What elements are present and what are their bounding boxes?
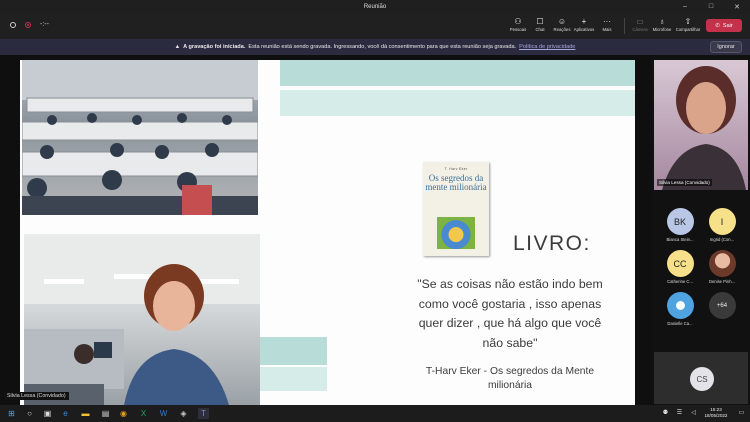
toolbar-divider — [624, 18, 625, 34]
microphone-button[interactable]: ♁ Microfone — [648, 16, 676, 32]
maximize-icon[interactable]: □ — [698, 0, 724, 13]
book-author: T. Harv Eker — [444, 167, 468, 171]
participant-name: Catherine C... — [667, 279, 693, 284]
self-video-name: Silvia Lessa (Convidado) — [657, 179, 712, 186]
dismiss-banner-button[interactable]: Ignorar — [710, 41, 742, 53]
close-icon[interactable]: ✕ — [724, 0, 750, 13]
chrome-icon[interactable]: ◉ — [118, 408, 129, 419]
word-icon[interactable]: W — [158, 408, 169, 419]
quote-line: quer dizer , que há algo que você — [418, 316, 602, 330]
meeting-timer: -:-- — [40, 21, 49, 28]
slide-heading: LIVRO: — [513, 232, 591, 255]
file-explorer-icon[interactable]: ▬ — [80, 408, 91, 419]
microphone-icon: ♁ — [659, 17, 665, 26]
slide-decor-bar — [280, 90, 635, 116]
participant-tile[interactable]: I Ingrid (Con... — [698, 208, 746, 242]
privacy-policy-link[interactable]: Política de privacidade — [519, 44, 575, 50]
avatar: BK — [666, 208, 694, 235]
presentation-slide: T. Harv Eker Os segredos da mente milion… — [20, 60, 635, 405]
share-button[interactable]: ⇧ Compartilhar — [674, 16, 702, 32]
more-participants-button[interactable]: +64 — [698, 292, 746, 321]
phone-icon: ✆ — [715, 22, 720, 29]
quote-line: como você gostaria , isso apenas — [418, 296, 602, 311]
network-icon[interactable]: ☰ — [674, 408, 685, 419]
people-tray-icon[interactable]: ⚉ — [660, 408, 671, 419]
edge-icon[interactable]: e — [60, 408, 71, 419]
store-icon[interactable]: ▤ — [100, 408, 111, 419]
avatar: CC — [666, 250, 694, 277]
quote-author: T-Harv Eker - Os segredos da Mente milio… — [398, 365, 622, 393]
author-line: milionária — [487, 380, 533, 391]
participant-name: Ingrid (Con... — [709, 237, 735, 242]
participant-tile[interactable]: Danielle Ca... — [656, 292, 704, 326]
presenter-name-label: Silvia Lessa (Convidado) — [4, 392, 69, 400]
quote-line: "Se as coisas não estão indo bem — [417, 277, 603, 291]
windows-taskbar: ⊞ ○ ▣ e ▬ ▤ ◉ X W ◈ T ⚉ ☰ ◁ 15:23 18/05/… — [0, 405, 750, 422]
window-title: Reunião — [363, 3, 387, 10]
call-center-photo — [22, 60, 258, 215]
more-button[interactable]: ··· Mais — [593, 16, 621, 32]
clock-date: 18/05/2022 — [704, 413, 728, 418]
slide-decor-bar — [280, 60, 635, 86]
author-line: T-Harv Eker - Os segredos da Mente — [425, 366, 595, 377]
notifications-icon[interactable]: ▭ — [736, 408, 747, 419]
self-video-tile[interactable]: Silvia Lessa (Convidado) — [654, 60, 748, 190]
task-view-icon[interactable]: ▣ — [42, 408, 53, 419]
avatar: I — [708, 208, 736, 235]
recording-icon — [25, 21, 31, 28]
windows-start-icon[interactable]: ⊞ — [6, 408, 17, 419]
window-title-bar: Reunião – □ ✕ — [0, 0, 750, 13]
teams-icon[interactable]: T — [198, 408, 209, 419]
presenter-photo — [24, 234, 260, 405]
banner-text: Esta reunião está sendo gravada. Ingress… — [248, 44, 517, 50]
participant-tile[interactable]: Denise Pinh... — [698, 250, 746, 284]
avatar-photo — [708, 250, 736, 277]
app-icon[interactable]: ◈ — [178, 408, 189, 419]
quote-line: não sabe" — [482, 335, 538, 350]
presenter-illustration — [24, 234, 260, 405]
more-icon: ··· — [603, 17, 611, 26]
participant-name: Danielle Ca... — [667, 321, 693, 326]
taskbar-clock[interactable]: 15:23 18/05/2022 — [700, 407, 732, 419]
banner-bold-text: A gravação foi iniciada. — [183, 44, 246, 50]
book-title: Os segredos da mente milionária — [425, 173, 487, 192]
slide-quote: "Se as coisas não estão indo bem como vo… — [398, 275, 622, 353]
share-icon: ⇧ — [684, 17, 692, 26]
shield-icon — [10, 21, 16, 28]
self-video-illustration — [662, 66, 746, 190]
participant-tile[interactable]: BK Bianca Stein... — [656, 208, 704, 242]
recording-banner: ▲ A gravação foi iniciada. Esta reunião … — [0, 39, 750, 55]
leave-button[interactable]: ✆ Sair — [706, 19, 742, 32]
participant-name: Denise Pinh... — [708, 279, 736, 284]
avatar-photo — [666, 292, 694, 319]
avatar: CS — [690, 367, 714, 391]
warning-icon: ▲ — [174, 44, 181, 50]
book-cover-art — [437, 217, 475, 249]
participant-name: Bianca Stein... — [666, 237, 694, 242]
book-cover: T. Harv Eker Os segredos da mente milion… — [423, 162, 489, 256]
volume-icon[interactable]: ◁ — [688, 408, 699, 419]
overflow-count: +64 — [708, 292, 736, 319]
excel-icon[interactable]: X — [138, 408, 149, 419]
call-center-illustration — [22, 60, 258, 215]
meeting-toolbar: -:-- ⚇ Pessoas ☐ Chat ☺ Reações + Aplicativo… — [0, 13, 750, 39]
minimize-icon[interactable]: – — [672, 0, 698, 13]
search-icon[interactable]: ○ — [24, 408, 35, 419]
participant-tile[interactable]: CC Catherine C... — [656, 250, 704, 284]
